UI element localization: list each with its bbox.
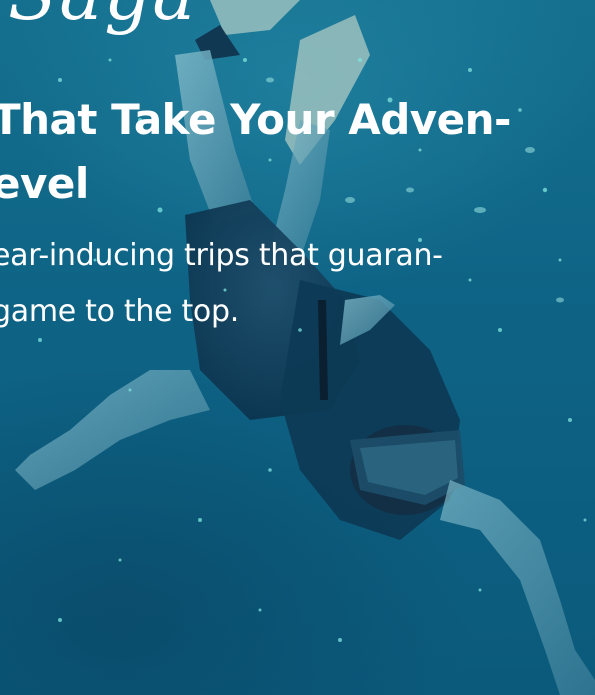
- hero-headline: That Take Your Adven- evel: [0, 88, 592, 216]
- hero-headline-line-2: evel: [0, 159, 89, 208]
- script-title: Saga: [8, 0, 197, 30]
- hero-subtext: ear-inducing trips that guaran- game to …: [0, 228, 592, 340]
- hero-section: Saga That Take Your Adven- evel ear-indu…: [0, 0, 595, 695]
- hero-text-layer: Saga That Take Your Adven- evel ear-indu…: [0, 0, 595, 695]
- hero-headline-line-1: That Take Your Adven-: [0, 95, 512, 144]
- hero-subtext-line-2: game to the top.: [0, 294, 239, 329]
- hero-subtext-line-1: ear-inducing trips that guaran-: [0, 238, 443, 273]
